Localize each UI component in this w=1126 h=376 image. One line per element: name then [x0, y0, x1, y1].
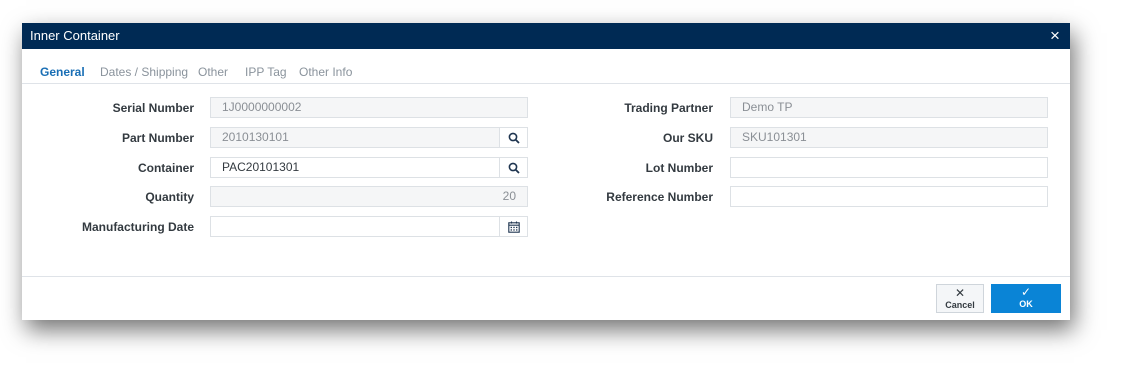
container-label: Container — [137, 161, 194, 175]
our-sku-label: Our SKU — [662, 131, 713, 145]
container-field[interactable]: PAC20101301 — [210, 157, 500, 178]
tab-other-info[interactable]: Other Info — [299, 65, 352, 79]
ok-button-label: OK — [1019, 299, 1033, 309]
dialog-titlebar: Inner Container × — [22, 23, 1070, 49]
ok-button[interactable]: ✓ OK — [991, 284, 1061, 313]
serial-number-label: Serial Number — [112, 101, 194, 115]
cancel-button[interactable]: ✕ Cancel — [936, 284, 984, 313]
search-icon — [508, 132, 520, 144]
quantity-field[interactable]: 20 — [210, 186, 528, 207]
calendar-icon — [508, 221, 520, 233]
reference-number-field[interactable] — [730, 186, 1048, 207]
tab-bar: General Dates / Shipping Other IPP Tag O… — [22, 59, 1070, 84]
manufacturing-date-picker-button[interactable] — [499, 216, 528, 237]
quantity-label: Quantity — [145, 190, 194, 204]
part-number-label: Part Number — [121, 131, 194, 145]
close-icon: ✕ — [954, 286, 966, 300]
container-search-button[interactable] — [499, 157, 528, 178]
tab-general[interactable]: General — [40, 65, 85, 79]
lot-number-field[interactable] — [730, 157, 1048, 178]
inner-container-dialog: Inner Container × General Dates / Shippi… — [22, 23, 1070, 320]
part-number-search-button[interactable] — [499, 127, 528, 148]
manufacturing-date-field[interactable] — [210, 216, 500, 237]
footer-divider — [22, 276, 1070, 277]
manufacturing-date-label: Manufacturing Date — [81, 220, 194, 234]
reference-number-label: Reference Number — [606, 190, 713, 204]
our-sku-field[interactable]: SKU101301 — [730, 127, 1048, 148]
dialog-title: Inner Container — [30, 28, 120, 43]
tab-other[interactable]: Other — [198, 65, 228, 79]
part-number-field[interactable]: 2010130101 — [210, 127, 500, 148]
trading-partner-field[interactable]: Demo TP — [730, 97, 1048, 118]
serial-number-field[interactable]: 1J0000000002 — [210, 97, 528, 118]
cancel-button-label: Cancel — [945, 300, 975, 310]
check-icon: ✓ — [1020, 285, 1032, 299]
lot-number-label: Lot Number — [645, 161, 713, 175]
tab-dates-shipping[interactable]: Dates / Shipping — [100, 65, 188, 79]
tab-ipp-tag[interactable]: IPP Tag — [245, 65, 287, 79]
close-icon[interactable]: × — [1046, 26, 1064, 46]
search-icon — [508, 162, 520, 174]
trading-partner-label: Trading Partner — [624, 101, 713, 115]
